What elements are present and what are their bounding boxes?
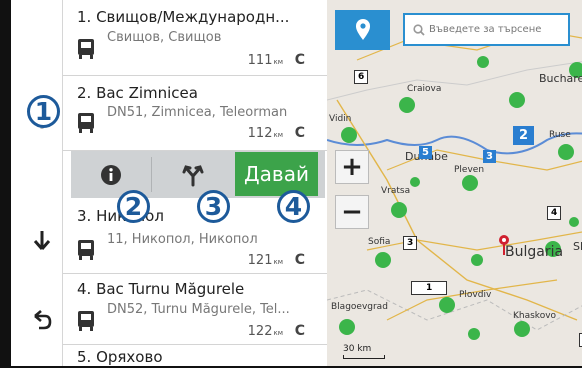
zoom-out-button[interactable]: −	[335, 195, 369, 229]
back-button[interactable]	[22, 300, 62, 340]
zoom-in-button[interactable]: +	[335, 150, 369, 184]
arrow-down-icon	[33, 231, 51, 250]
screen-frame: 1. Свищов/Международн... Свищов, Свищов …	[0, 0, 582, 368]
city-label: Sofia	[368, 237, 391, 247]
road-shield-blue: 2	[513, 126, 535, 145]
result-item-1[interactable]: 1. Свищов/Международн... Свищов, Свищов …	[63, 0, 327, 76]
country-label: Bulgaria	[505, 244, 564, 260]
bus-icon	[78, 39, 94, 59]
bus-icon	[78, 311, 94, 331]
result-distance: 121км	[247, 253, 283, 268]
go-button[interactable]: Давай	[235, 152, 318, 196]
callout-4: 4	[277, 190, 310, 223]
result-distance: 122км	[247, 324, 283, 339]
callout-3: 3	[197, 190, 230, 223]
back-arrow-icon	[34, 310, 52, 330]
location-pin-icon	[355, 19, 370, 40]
city-label: Blagoevgrad	[331, 302, 388, 312]
search-icon	[413, 23, 425, 36]
search-placeholder: Въведете за търсене	[429, 24, 542, 35]
minus-icon: −	[341, 197, 363, 227]
result-distance: 111км	[247, 53, 283, 68]
result-subtitle: Свищов, Свищов	[107, 30, 222, 45]
result-title: 2. Вас Zimnicea	[77, 84, 198, 102]
info-icon	[101, 164, 121, 185]
city-label: Buchare	[539, 72, 582, 85]
callout-1: 1	[27, 95, 60, 128]
left-nav-bar	[22, 0, 63, 366]
city-label: Sliv	[573, 240, 582, 253]
bus-icon	[78, 113, 94, 133]
result-item-5[interactable]: 5. Оряхово	[63, 345, 327, 366]
road-shield-blue: 5	[419, 146, 432, 159]
road-shield: 4	[547, 206, 562, 220]
road-shield-blue: 3	[483, 150, 496, 163]
result-item-4[interactable]: 4. Вас Turnu Măgurele DN52, Turnu Măgure…	[63, 274, 327, 345]
callout-2: 2	[117, 190, 150, 223]
city-label: Khaskovo	[513, 311, 557, 321]
road-shield: 1	[411, 281, 448, 295]
search-input[interactable]: Въведете за търсене	[403, 13, 570, 46]
result-distance: 112км	[247, 126, 283, 141]
result-title: 4. Вас Turnu Măgurele	[77, 280, 245, 298]
result-subtitle: DN51, Zimnicea, Teleorman	[107, 105, 288, 120]
route-fork-icon	[182, 164, 204, 186]
city-label: Vratsa	[381, 186, 411, 196]
city-label: Craiova	[407, 84, 442, 94]
route-options-button[interactable]	[152, 151, 234, 198]
result-title: 5. Оряхово	[77, 348, 163, 366]
map-scale: 30 km	[343, 344, 372, 354]
result-direction: C	[294, 252, 305, 268]
result-item-2[interactable]: 2. Вас Zimnicea DN51, Zimnicea, Teleorma…	[63, 76, 327, 151]
city-label: Plovdiv	[459, 290, 492, 300]
result-subtitle: DN52, Turnu Măgurele, Tel...	[107, 302, 290, 317]
road-shield: 6	[354, 70, 369, 84]
map-scale-bar	[343, 355, 385, 359]
city-label: Vidin	[329, 114, 352, 124]
plus-icon: +	[341, 152, 363, 182]
result-direction: C	[294, 323, 305, 339]
road-shield: 3	[403, 236, 418, 250]
bus-icon	[78, 240, 94, 260]
result-direction: C	[294, 125, 305, 141]
destination-pin-icon	[499, 235, 509, 255]
result-subtitle: 11, Никопол, Никопол	[107, 232, 258, 247]
map-location-button[interactable]	[335, 10, 390, 50]
city-label: Pleven	[454, 165, 485, 175]
scroll-down-button[interactable]	[22, 220, 62, 260]
result-title: 1. Свищов/Международн...	[77, 8, 290, 26]
result-direction: C	[294, 52, 305, 68]
city-label: Ruse	[549, 130, 571, 140]
